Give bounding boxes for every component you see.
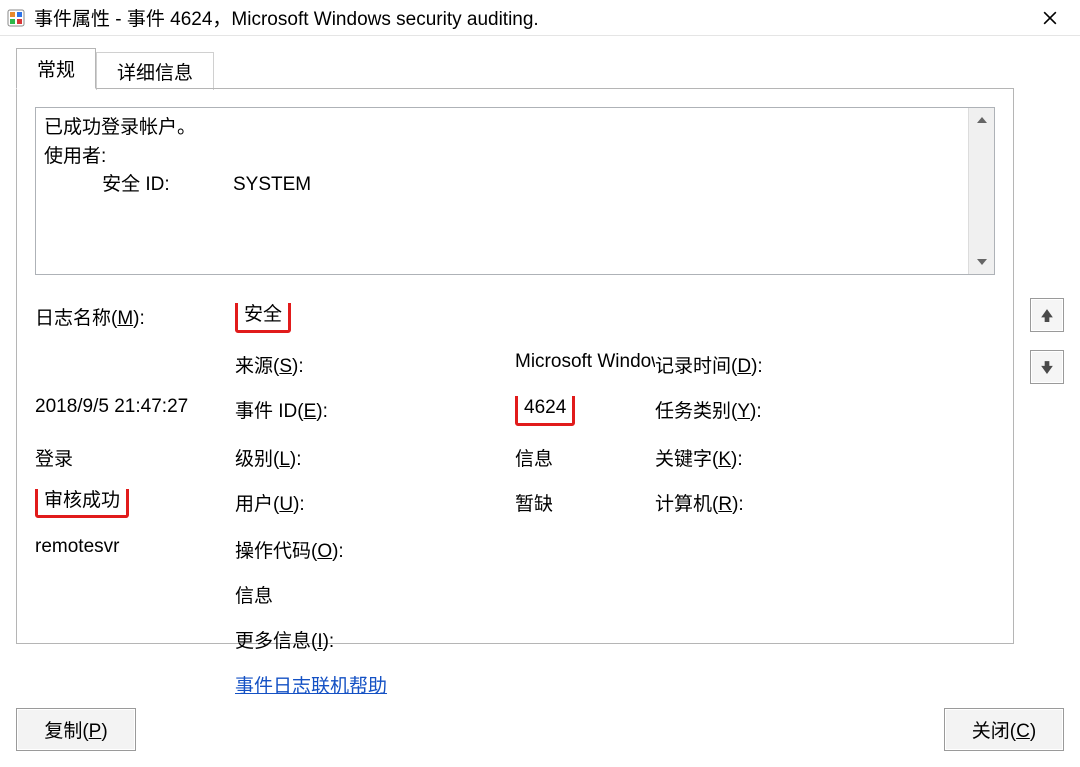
tab-panel-general: 已成功登录帐户。 使用者: 安全 ID: SYSTEM (16, 88, 1014, 644)
value-opcode: 信息 (235, 581, 995, 608)
value-user: 暂缺 (515, 489, 655, 516)
label-opcode: 操作代码(O): (235, 536, 515, 563)
value-source: Microsoft Windows secur (515, 351, 655, 373)
label-log-name: 日志名称(M): (35, 303, 235, 330)
label-logged: 记录时间(D): (655, 351, 995, 378)
next-event-button[interactable] (1030, 350, 1064, 384)
close-icon[interactable] (1028, 3, 1072, 33)
scrollbar[interactable] (968, 108, 994, 274)
value-keywords: 审核成功 (35, 489, 235, 519)
label-source: 来源(S): (235, 351, 515, 378)
value-level: 信息 (515, 444, 655, 471)
description-line: 使用者: (44, 143, 960, 172)
value-task-category: 登录 (35, 444, 235, 471)
tab-strip: 常规 详细信息 (16, 50, 1064, 88)
copy-button[interactable]: 复制(P) (16, 708, 136, 751)
value-logged: 2018/9/5 21:47:27 (35, 396, 235, 418)
description-box: 已成功登录帐户。 使用者: 安全 ID: SYSTEM (35, 107, 995, 275)
label-event-id: 事件 ID(E): (235, 396, 515, 423)
scroll-down-icon[interactable] (969, 250, 994, 274)
details-grid: 日志名称(M): 安全 来源(S): Microsoft Windows sec… (35, 303, 995, 716)
label-more-info: 更多信息(I): (235, 626, 515, 653)
label-keywords: 关键字(K): (655, 444, 995, 471)
value-computer: remotesvr (35, 536, 235, 558)
window-title: 事件属性 - 事件 4624，Microsoft Windows securit… (34, 4, 1028, 31)
description-text[interactable]: 已成功登录帐户。 使用者: 安全 ID: SYSTEM (36, 108, 968, 274)
prev-event-button[interactable] (1030, 298, 1064, 332)
app-icon (6, 8, 26, 28)
link-event-log-help[interactable]: 事件日志联机帮助 (235, 671, 995, 698)
close-button[interactable]: 关闭(C) (944, 708, 1064, 751)
scroll-up-icon[interactable] (969, 108, 994, 132)
value-log-name: 安全 (235, 303, 995, 333)
description-line: 已成功登录帐户。 (44, 114, 960, 143)
titlebar: 事件属性 - 事件 4624，Microsoft Windows securit… (0, 0, 1080, 36)
label-computer: 计算机(R): (655, 489, 995, 516)
label-task-category: 任务类别(Y): (655, 396, 995, 423)
tab-details[interactable]: 详细信息 (96, 52, 214, 90)
label-level: 级别(L): (235, 444, 515, 471)
tab-general[interactable]: 常规 (16, 48, 96, 89)
label-user: 用户(U): (235, 489, 515, 516)
description-line: 安全 ID: SYSTEM (44, 171, 960, 200)
value-event-id: 4624 (515, 396, 655, 426)
